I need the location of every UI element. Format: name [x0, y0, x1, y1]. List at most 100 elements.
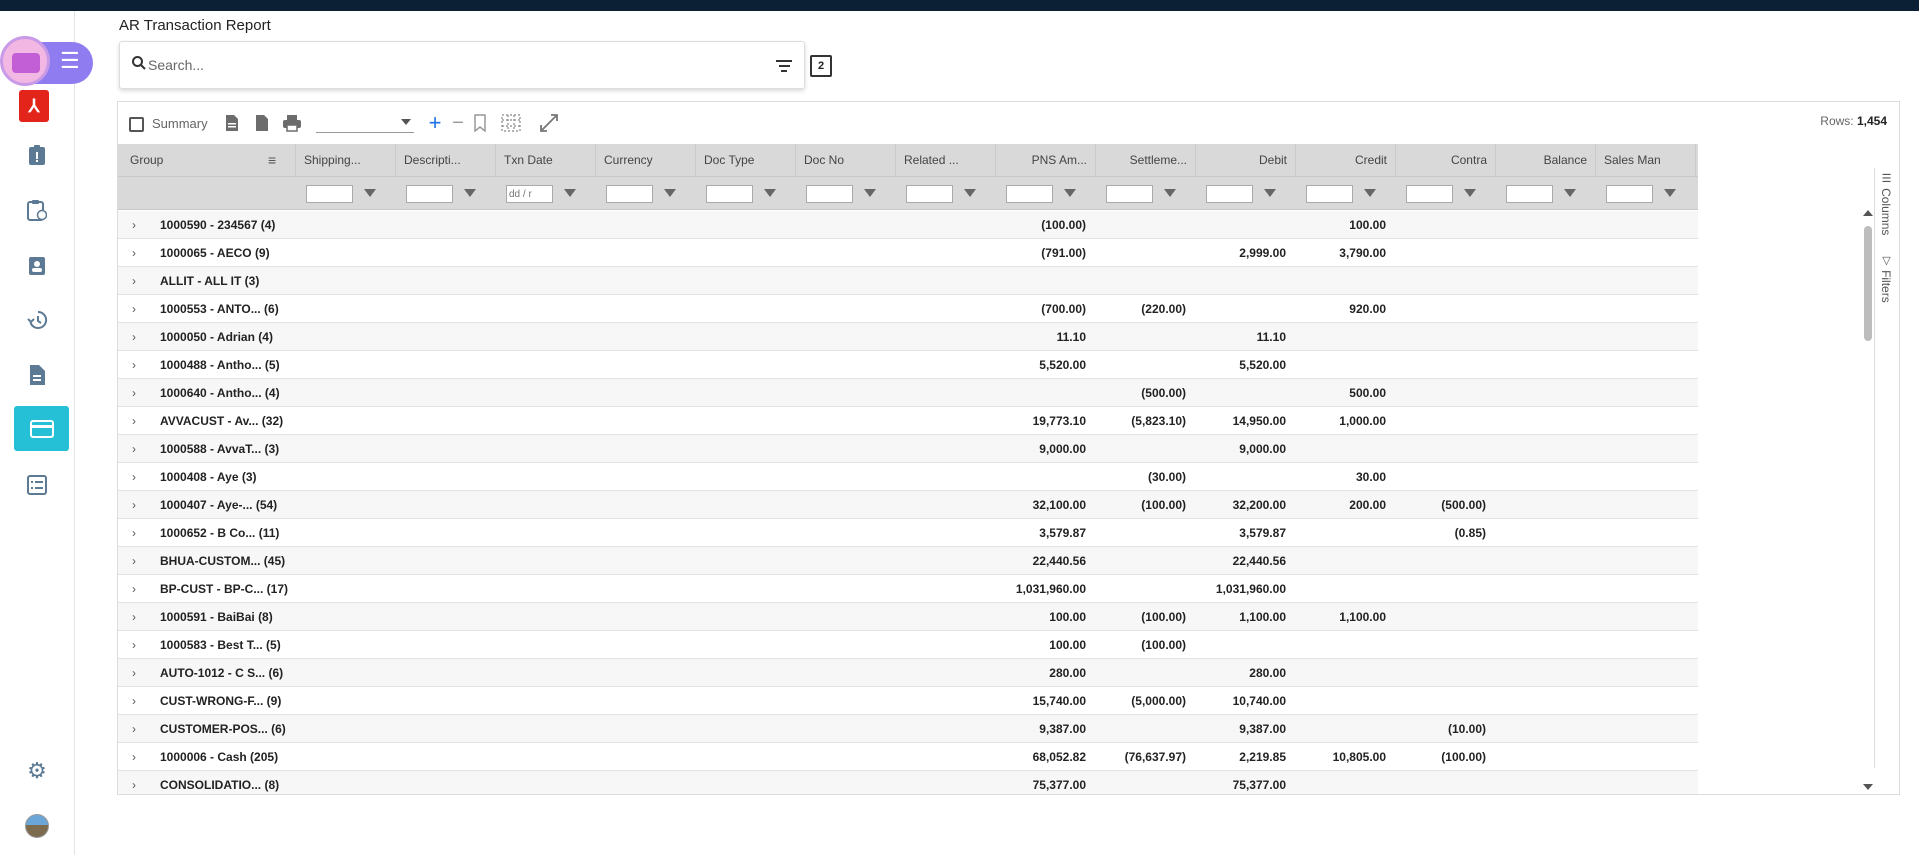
table-row[interactable]: › 1000488 - Antho... (5) 5,520.00 5,520.00	[118, 351, 1698, 379]
table-row[interactable]: › BP-CUST - BP-C... (17) 1,031,960.00 1,031…	[118, 575, 1698, 603]
filter-input[interactable]	[1506, 185, 1553, 203]
table-row[interactable]: › CONSOLIDATIO... (8) 75,377.00 75,377.00	[118, 771, 1698, 794]
date-filter-input[interactable]	[506, 185, 553, 203]
fullscreen-icon[interactable]	[539, 113, 559, 133]
filter-input[interactable]	[1406, 185, 1453, 203]
funnel-icon[interactable]	[364, 189, 376, 197]
funnel-icon[interactable]	[1264, 189, 1276, 197]
column-header-description[interactable]: Descripti...	[396, 144, 496, 177]
column-header-doc-type[interactable]: Doc Type	[696, 144, 796, 177]
table-row[interactable]: › 1000640 - Antho... (4) (500.00) 500.00	[118, 379, 1698, 407]
filter-input[interactable]	[906, 185, 953, 203]
bookmark-icon[interactable]	[470, 113, 490, 133]
table-row[interactable]: › 1000407 - Aye-... (54) 32,100.00 (100.00)…	[118, 491, 1698, 519]
column-header-balance[interactable]: Balance	[1496, 144, 1596, 177]
funnel-icon[interactable]	[564, 189, 576, 197]
table-row[interactable]: › 1000583 - Best T... (5) 100.00 (100.00)	[118, 631, 1698, 659]
table-row[interactable]: › BHUA-CUSTOM... (45) 22,440.56 22,440.56	[118, 547, 1698, 575]
chevron-right-icon[interactable]: ›	[132, 302, 136, 316]
column-header-doc-no[interactable]: Doc No	[796, 144, 896, 177]
table-row[interactable]: › 1000553 - ANTO... (6) (700.00) (220.00) 92…	[118, 295, 1698, 323]
chevron-right-icon[interactable]: ›	[132, 386, 136, 400]
chevron-right-icon[interactable]: ›	[132, 666, 136, 680]
funnel-icon[interactable]	[1664, 189, 1676, 197]
sidebar-item-card-active[interactable]	[14, 406, 69, 451]
table-row[interactable]: › CUST-WRONG-F... (9) 15,740.00 (5,000.00) 1…	[118, 687, 1698, 715]
chevron-right-icon[interactable]: ›	[132, 750, 136, 764]
clipboard-clock-icon[interactable]	[20, 193, 54, 227]
funnel-icon[interactable]	[864, 189, 876, 197]
column-header-related[interactable]: Related ...	[896, 144, 996, 177]
filters-tab[interactable]: ▽ Filters	[1879, 254, 1893, 303]
column-menu-icon[interactable]: ≡	[268, 144, 276, 177]
filter-input[interactable]	[1006, 185, 1053, 203]
column-header-group[interactable]: Group ≡	[118, 144, 296, 177]
filter-input[interactable]	[1206, 185, 1253, 203]
scroll-down-icon[interactable]	[1863, 784, 1873, 790]
filter-input[interactable]	[706, 185, 753, 203]
clipboard-user-icon[interactable]	[20, 248, 54, 282]
chevron-right-icon[interactable]: ›	[132, 246, 136, 260]
chevron-right-icon[interactable]: ›	[132, 694, 136, 708]
table-row[interactable]: › 1000591 - BaiBai (8) 100.00 (100.00) 1,100…	[118, 603, 1698, 631]
chevron-right-icon[interactable]: ›	[132, 470, 136, 484]
chevron-right-icon[interactable]: ›	[132, 414, 136, 428]
table-row[interactable]: › 1000050 - Adrian (4) 11.10 11.10	[118, 323, 1698, 351]
funnel-icon[interactable]	[664, 189, 676, 197]
table-row[interactable]: › 1000590 - 234567 (4) (100.00) 100.00	[118, 211, 1698, 239]
funnel-icon[interactable]	[1064, 189, 1076, 197]
filter-icon[interactable]	[776, 60, 792, 72]
chevron-down-icon[interactable]	[401, 119, 411, 125]
table-row[interactable]: › 1000408 - Aye (3) (30.00) 30.00	[118, 463, 1698, 491]
gear-icon[interactable]: ⚙	[20, 754, 54, 788]
funnel-icon[interactable]	[764, 189, 776, 197]
column-header-contra[interactable]: Contra	[1396, 144, 1496, 177]
chevron-right-icon[interactable]: ›	[132, 778, 136, 792]
column-header-pns-amount[interactable]: PNS Am...	[996, 144, 1096, 177]
chevron-right-icon[interactable]: ›	[132, 610, 136, 624]
chevron-right-icon[interactable]: ›	[132, 218, 136, 232]
column-header-debit[interactable]: Debit	[1196, 144, 1296, 177]
app-logo[interactable]: ☰	[0, 32, 93, 86]
filter-input[interactable]	[806, 185, 853, 203]
funnel-icon[interactable]	[1464, 189, 1476, 197]
view-select[interactable]	[316, 115, 414, 133]
funnel-icon[interactable]	[1364, 189, 1376, 197]
summary-checkbox[interactable]	[129, 117, 144, 132]
column-header-shipping[interactable]: Shipping...	[296, 144, 396, 177]
table-row[interactable]: › ALLIT - ALL IT (3)	[118, 267, 1698, 295]
scroll-up-icon[interactable]	[1863, 210, 1873, 216]
filter-input[interactable]	[406, 185, 453, 203]
filter-input[interactable]	[306, 185, 353, 203]
chevron-right-icon[interactable]: ›	[132, 442, 136, 456]
column-header-txn-date[interactable]: Txn Date	[496, 144, 596, 177]
table-row[interactable]: › AUTO-1012 - C S... (6) 280.00 280.00	[118, 659, 1698, 687]
filter-input[interactable]	[1306, 185, 1353, 203]
clipboard-alert-icon[interactable]	[20, 138, 54, 172]
avatar[interactable]	[25, 814, 49, 838]
chevron-right-icon[interactable]: ›	[132, 274, 136, 288]
columns-tab[interactable]: ☰ Columns	[1879, 172, 1893, 235]
history-icon[interactable]	[20, 303, 54, 337]
excel-export-icon[interactable]	[222, 113, 242, 133]
chevron-right-icon[interactable]: ›	[132, 498, 136, 512]
collapse-all-icon[interactable]: −	[448, 112, 468, 134]
column-header-currency[interactable]: Currency	[596, 144, 696, 177]
chevron-right-icon[interactable]: ›	[132, 582, 136, 596]
funnel-icon[interactable]	[1164, 189, 1176, 197]
chevron-right-icon[interactable]: ›	[132, 554, 136, 568]
column-header-settlement[interactable]: Settleme...	[1096, 144, 1196, 177]
funnel-icon[interactable]	[464, 189, 476, 197]
chevron-right-icon[interactable]: ›	[132, 722, 136, 736]
expand-all-icon[interactable]: +	[425, 110, 445, 135]
pdf-export-icon[interactable]	[252, 113, 272, 133]
copy-report-icon[interactable]: 2	[810, 55, 832, 77]
search-input[interactable]	[148, 53, 748, 77]
acrobat-icon[interactable]: ⅄	[19, 90, 49, 122]
list-icon[interactable]	[20, 468, 54, 502]
table-row[interactable]: › CUSTOMER-POS... (6) 9,387.00 9,387.00 (10.…	[118, 715, 1698, 743]
chevron-right-icon[interactable]: ›	[132, 526, 136, 540]
vertical-scrollbar[interactable]	[1862, 210, 1873, 790]
table-row[interactable]: › 1000006 - Cash (205) 68,052.82 (76,637.97…	[118, 743, 1698, 771]
filter-input[interactable]	[1106, 185, 1153, 203]
